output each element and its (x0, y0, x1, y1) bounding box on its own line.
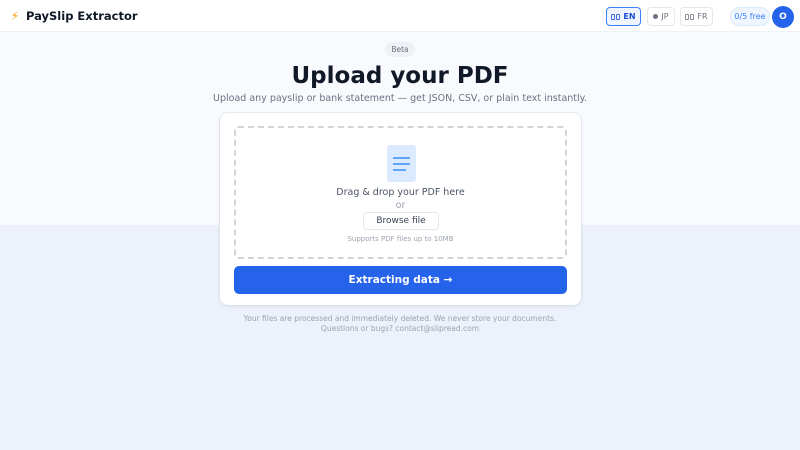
contact-line: Questions or bugs? contact@slipread.com (320, 324, 480, 333)
top-header: ⚡ PaySlip Extractor EN JP FR 0/5 free O (0, 0, 800, 32)
lightning-icon: ⚡ (10, 9, 20, 23)
language-label-fr: FR (697, 12, 708, 21)
credits-badge: 0/5 free (730, 7, 770, 26)
app-title: PaySlip Extractor (26, 9, 138, 23)
file-size-hint: Supports PDF files up to 10MB (347, 235, 454, 243)
drop-instruction: Drag & drop your PDF here (336, 187, 465, 198)
language-button-en[interactable]: EN (606, 7, 641, 26)
language-button-fr[interactable]: FR (680, 7, 713, 26)
browse-file-button[interactable]: Browse file (363, 212, 439, 230)
flag-icon (685, 13, 695, 20)
page-title: Upload your PDF (291, 63, 509, 89)
dot-icon (653, 14, 659, 19)
pdf-dropzone[interactable]: Drag & drop your PDF here or Browse file… (234, 126, 567, 259)
page-subtitle: Upload any payslip or bank statement — g… (213, 93, 587, 104)
extract-data-button[interactable]: Extracting data → (234, 266, 567, 294)
language-button-jp[interactable]: JP (647, 7, 675, 26)
language-label-jp: JP (661, 12, 669, 21)
or-separator: or (395, 200, 406, 211)
flag-icon (611, 13, 621, 20)
language-label-en: EN (623, 12, 636, 21)
beta-badge: Beta (385, 42, 415, 57)
upload-card: Drag & drop your PDF here or Browse file… (220, 113, 581, 305)
avatar[interactable]: O (772, 6, 794, 28)
document-icon (387, 145, 416, 182)
